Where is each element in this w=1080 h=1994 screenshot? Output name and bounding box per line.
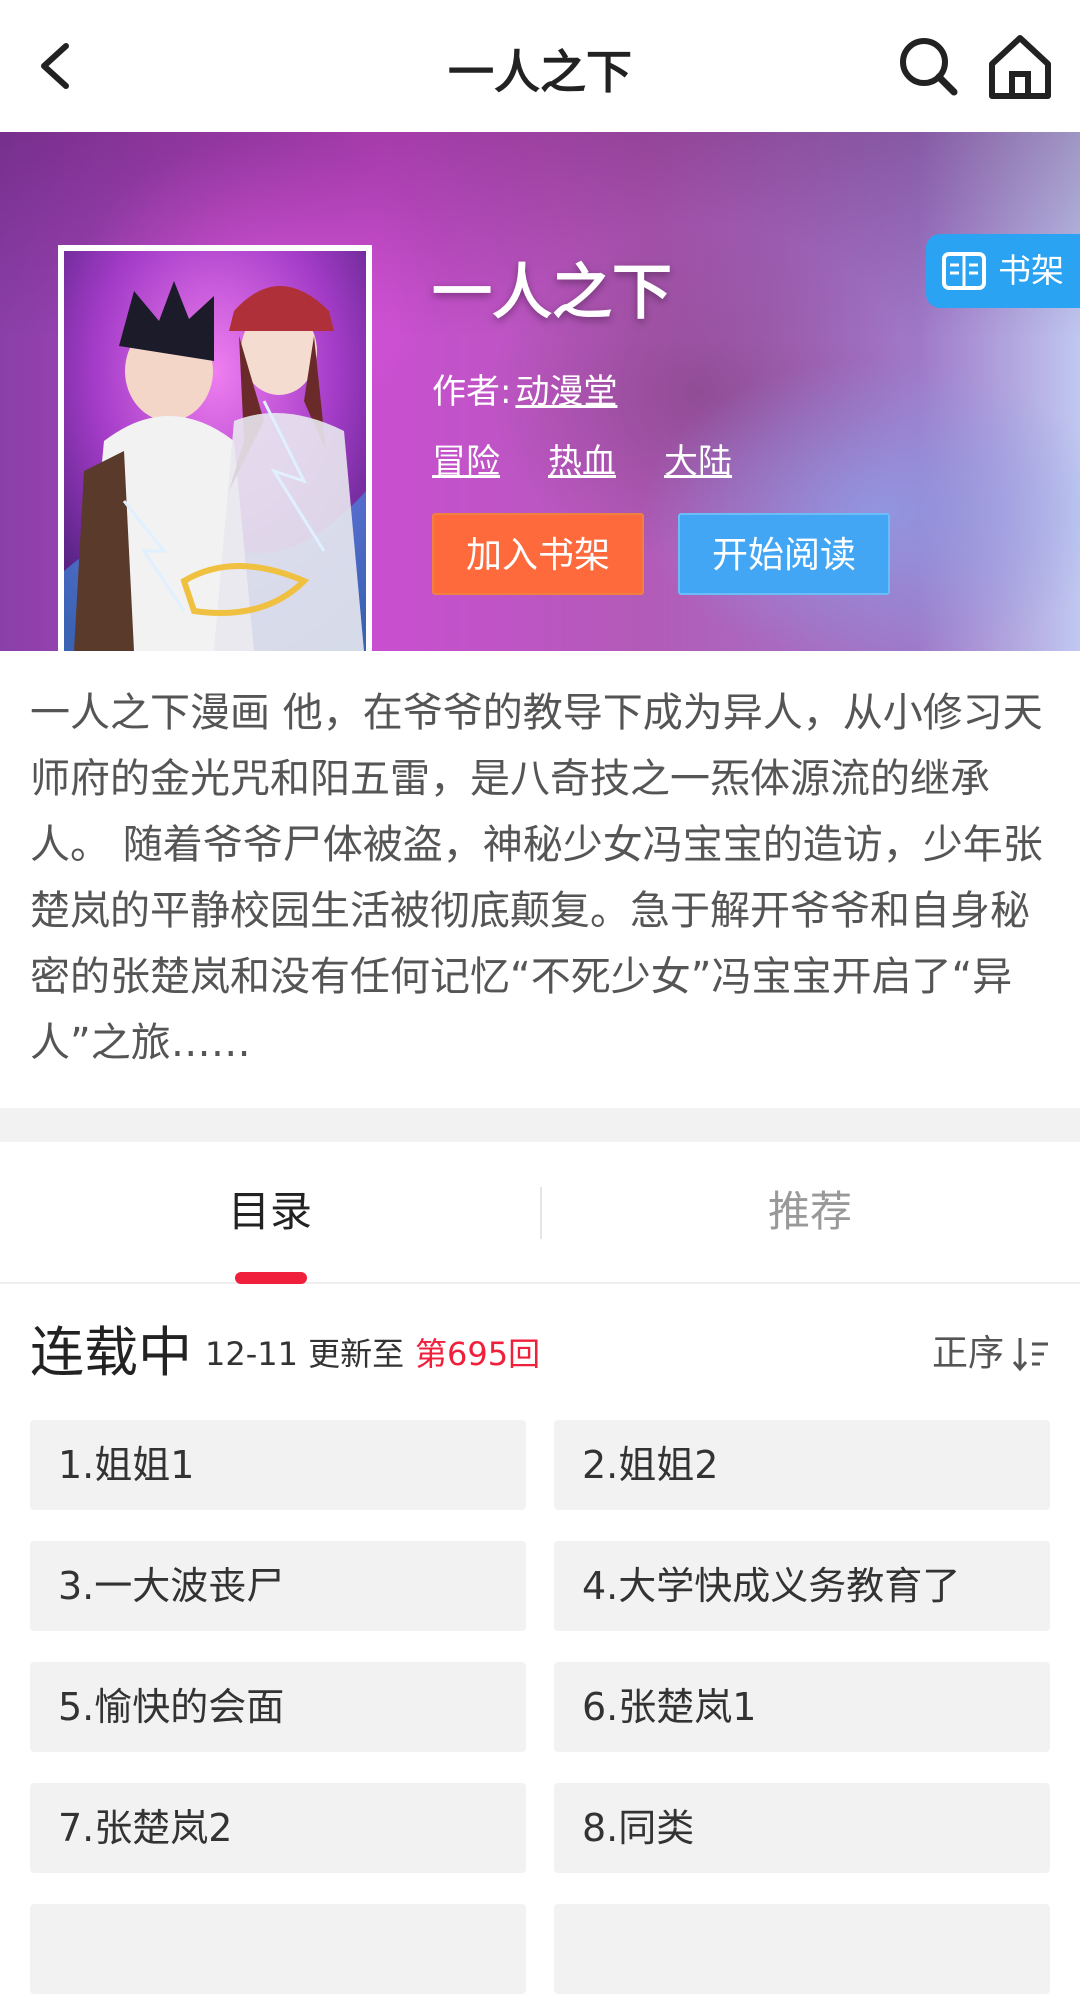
search-button[interactable]: [892, 30, 964, 102]
top-bar: 一人之下: [0, 0, 1080, 132]
search-icon: [900, 38, 958, 96]
chapter-item[interactable]: 5.愉快的会面: [30, 1662, 526, 1752]
start-reading-button[interactable]: 开始阅读: [678, 513, 890, 595]
sort-label: 正序: [931, 1333, 1004, 1374]
book-hero: 一人之下 作者: 动漫堂 冒险 热血 大陆 加入书架 开始阅读 书架: [0, 132, 1080, 651]
catalog-header: 连载中 12-11 更新至 第695回 正序: [30, 1318, 1050, 1388]
book-cover[interactable]: [58, 245, 372, 651]
tag-hot-blood[interactable]: 热血: [548, 442, 616, 482]
active-tab-indicator: [235, 1272, 307, 1284]
book-description: 一人之下漫画 他，在爷爷的教导下成为异人，从小修习天师府的金光咒和阳五雷，是八奇…: [30, 690, 1043, 1066]
cover-illustration: [64, 251, 366, 651]
tag-mainland[interactable]: 大陆: [664, 442, 732, 482]
bookshelf-badge[interactable]: 书架: [926, 234, 1080, 308]
chapter-item[interactable]: 3.一大波丧尸: [30, 1541, 526, 1631]
tag-list: 冒险 热血 大陆: [432, 434, 780, 483]
chapter-item[interactable]: 2.姐姐2: [554, 1420, 1050, 1510]
author-link[interactable]: 动漫堂: [515, 372, 617, 412]
tab-catalog[interactable]: 目录: [0, 1142, 540, 1282]
chapter-item-partial[interactable]: [30, 1904, 526, 1994]
tab-recommend[interactable]: 推荐: [540, 1142, 1080, 1282]
tag-adventure[interactable]: 冒险: [432, 442, 500, 482]
latest-chapter-link[interactable]: 第695回: [415, 1318, 540, 1390]
author-row: 作者: 动漫堂: [432, 364, 617, 413]
chapter-item[interactable]: 7.张楚岚2: [30, 1783, 526, 1873]
author-label: 作者:: [432, 372, 512, 412]
add-to-shelf-button[interactable]: 加入书架: [432, 513, 644, 595]
sort-toggle[interactable]: 正序: [932, 1318, 1050, 1390]
book-title: 一人之下: [432, 258, 672, 328]
home-button[interactable]: [984, 30, 1056, 102]
chapter-item[interactable]: 1.姐姐1: [30, 1420, 526, 1510]
section-divider: [0, 1108, 1080, 1142]
bookshelf-badge-label: 书架: [998, 251, 1064, 290]
chapter-item[interactable]: 8.同类: [554, 1783, 1050, 1873]
update-info: 12-11 更新至: [205, 1335, 405, 1373]
sort-ascending-icon: [1012, 1338, 1048, 1372]
serial-status: 连载中: [30, 1321, 192, 1384]
chapter-item[interactable]: 4.大学快成义务教育了: [554, 1541, 1050, 1631]
chapter-item[interactable]: 6.张楚岚1: [554, 1662, 1050, 1752]
home-icon: [989, 35, 1051, 99]
book-open-icon: [942, 252, 986, 290]
tab-bar: 目录 推荐: [0, 1142, 1080, 1284]
chapter-item-partial[interactable]: [554, 1904, 1050, 1994]
